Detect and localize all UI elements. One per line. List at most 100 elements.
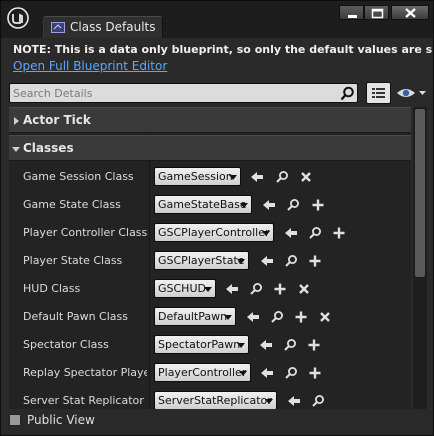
chevron-down-icon xyxy=(204,287,212,292)
combo-value: GSCPlayerController xyxy=(158,226,270,239)
add-icon[interactable] xyxy=(308,366,322,380)
property-label: HUD Class xyxy=(23,282,81,295)
class-picker-combo[interactable]: ServerStatReplicator xyxy=(154,391,277,409)
property-row-game-state-class: Game State Class GameStateBase xyxy=(9,191,411,219)
eye-visibility-icon[interactable] xyxy=(395,85,427,101)
chevron-down-icon xyxy=(239,371,247,376)
property-label: Replay Spectator Player C xyxy=(23,366,147,379)
combo-value: GSCPlayerState xyxy=(158,254,245,267)
class-picker-combo[interactable]: GSCPlayerState xyxy=(154,251,249,270)
details-panel: Actor Tick Classes Game Session Class Ga… xyxy=(9,107,411,409)
property-row-player-controller-class: Player Controller Class GSCPlayerControl… xyxy=(9,219,411,247)
property-label: Spectator Class xyxy=(23,338,109,351)
search-input[interactable] xyxy=(13,86,333,101)
property-row-game-session-class: Game Session Class GameSession xyxy=(9,163,411,191)
category-actor-tick[interactable]: Actor Tick xyxy=(9,107,411,133)
combo-value: GSCHUD xyxy=(158,282,206,295)
add-icon[interactable] xyxy=(311,198,325,212)
data-only-note: NOTE: This is a data only blueprint, so … xyxy=(13,43,433,56)
use-selected-icon[interactable] xyxy=(262,198,276,212)
clear-icon[interactable] xyxy=(299,170,313,184)
combo-value: GameStateBase xyxy=(158,198,247,211)
collapsed-arrow-icon xyxy=(14,117,19,125)
class-picker-combo[interactable]: SpectatorPawn xyxy=(154,335,249,354)
public-view-toggle[interactable]: Public View xyxy=(9,412,159,430)
class-picker-combo[interactable]: PlayerController xyxy=(154,363,251,382)
browse-icon[interactable] xyxy=(284,366,298,380)
property-row-spectator-class: Spectator Class SpectatorPawn xyxy=(9,331,411,359)
use-selected-icon[interactable] xyxy=(225,282,239,296)
public-view-label: Public View xyxy=(27,413,95,427)
combo-value: ServerStatReplicator xyxy=(158,394,272,407)
add-icon[interactable] xyxy=(332,226,346,240)
property-row-replay-spectator-player-class: Replay Spectator Player C PlayerControll… xyxy=(9,359,411,387)
view-options-grid-button[interactable] xyxy=(366,82,391,104)
browse-icon[interactable] xyxy=(270,310,284,324)
property-row-hud-class: HUD Class GSCHUD xyxy=(9,275,411,303)
add-icon[interactable] xyxy=(307,338,321,352)
class-defaults-window: Class Defaults NOTE: This is a data only… xyxy=(0,0,434,436)
maximize-icon xyxy=(371,8,384,19)
chevron-down-icon xyxy=(229,175,237,180)
property-label: Player Controller Class xyxy=(23,226,147,239)
property-row-server-stat-replicator-class: Server Stat Replicator Cl ServerStatRepl… xyxy=(9,387,411,409)
combo-value: PlayerController xyxy=(158,366,247,379)
class-picker-combo[interactable]: GSCHUD xyxy=(154,279,216,298)
category-label: Classes xyxy=(23,141,74,155)
property-row-default-pawn-class: Default Pawn Class DefaultPawn xyxy=(9,303,411,331)
property-label: Player State Class xyxy=(23,254,123,267)
browse-icon[interactable] xyxy=(249,282,263,296)
clear-icon[interactable] xyxy=(297,282,311,296)
minimize-button[interactable] xyxy=(339,5,364,20)
use-selected-icon[interactable] xyxy=(284,226,298,240)
property-row-player-state-class: Player State Class GSCPlayerState xyxy=(9,247,411,275)
browse-icon[interactable] xyxy=(286,198,300,212)
class-picker-combo[interactable]: GameSession xyxy=(154,167,241,186)
browse-icon[interactable] xyxy=(308,226,322,240)
use-selected-icon[interactable] xyxy=(250,170,264,184)
property-label: Game State Class xyxy=(23,198,121,211)
property-label: Game Session Class xyxy=(23,170,134,183)
tab-label: Class Defaults xyxy=(70,20,156,34)
class-picker-combo[interactable]: GSCPlayerController xyxy=(154,223,274,242)
clear-icon[interactable] xyxy=(318,310,332,324)
category-classes[interactable]: Classes xyxy=(9,135,411,161)
class-picker-combo[interactable]: GameStateBase xyxy=(154,195,252,214)
search-icon[interactable] xyxy=(340,86,355,101)
browse-icon[interactable] xyxy=(311,394,325,408)
unreal-logo-icon xyxy=(7,7,29,29)
category-label: Actor Tick xyxy=(23,113,91,127)
add-icon[interactable] xyxy=(273,282,287,296)
title-bar[interactable]: Class Defaults xyxy=(1,1,433,38)
add-icon[interactable] xyxy=(294,310,308,324)
browse-icon[interactable] xyxy=(284,254,298,268)
combo-value: SpectatorPawn xyxy=(158,338,241,351)
chevron-down-icon xyxy=(265,399,273,404)
use-selected-icon[interactable] xyxy=(259,338,273,352)
close-button[interactable] xyxy=(391,5,429,20)
use-selected-icon[interactable] xyxy=(260,254,274,268)
browse-icon[interactable] xyxy=(283,338,297,352)
scrollbar-thumb[interactable] xyxy=(415,109,425,277)
tab-class-defaults[interactable]: Class Defaults xyxy=(43,16,163,38)
expanded-arrow-icon xyxy=(12,147,20,152)
property-label: Server Stat Replicator Cl xyxy=(23,394,147,407)
use-selected-icon[interactable] xyxy=(260,366,274,380)
list-grid-icon xyxy=(372,88,385,98)
search-box[interactable] xyxy=(9,83,358,103)
combo-value: GameSession xyxy=(158,170,233,183)
maximize-button[interactable] xyxy=(364,5,389,20)
blueprint-icon xyxy=(51,22,65,33)
class-picker-combo[interactable]: DefaultPawn xyxy=(154,307,236,326)
add-icon[interactable] xyxy=(308,254,322,268)
use-selected-icon[interactable] xyxy=(287,394,301,408)
chevron-down-icon xyxy=(240,203,248,208)
use-selected-icon[interactable] xyxy=(246,310,260,324)
public-view-checkbox[interactable] xyxy=(9,414,21,426)
chevron-down-icon xyxy=(224,315,232,320)
browse-icon[interactable] xyxy=(275,170,289,184)
chevron-down-icon xyxy=(237,343,245,348)
minimize-icon xyxy=(348,15,357,18)
property-label: Default Pawn Class xyxy=(23,310,128,323)
open-full-blueprint-editor-link[interactable]: Open Full Blueprint Editor xyxy=(13,59,167,73)
